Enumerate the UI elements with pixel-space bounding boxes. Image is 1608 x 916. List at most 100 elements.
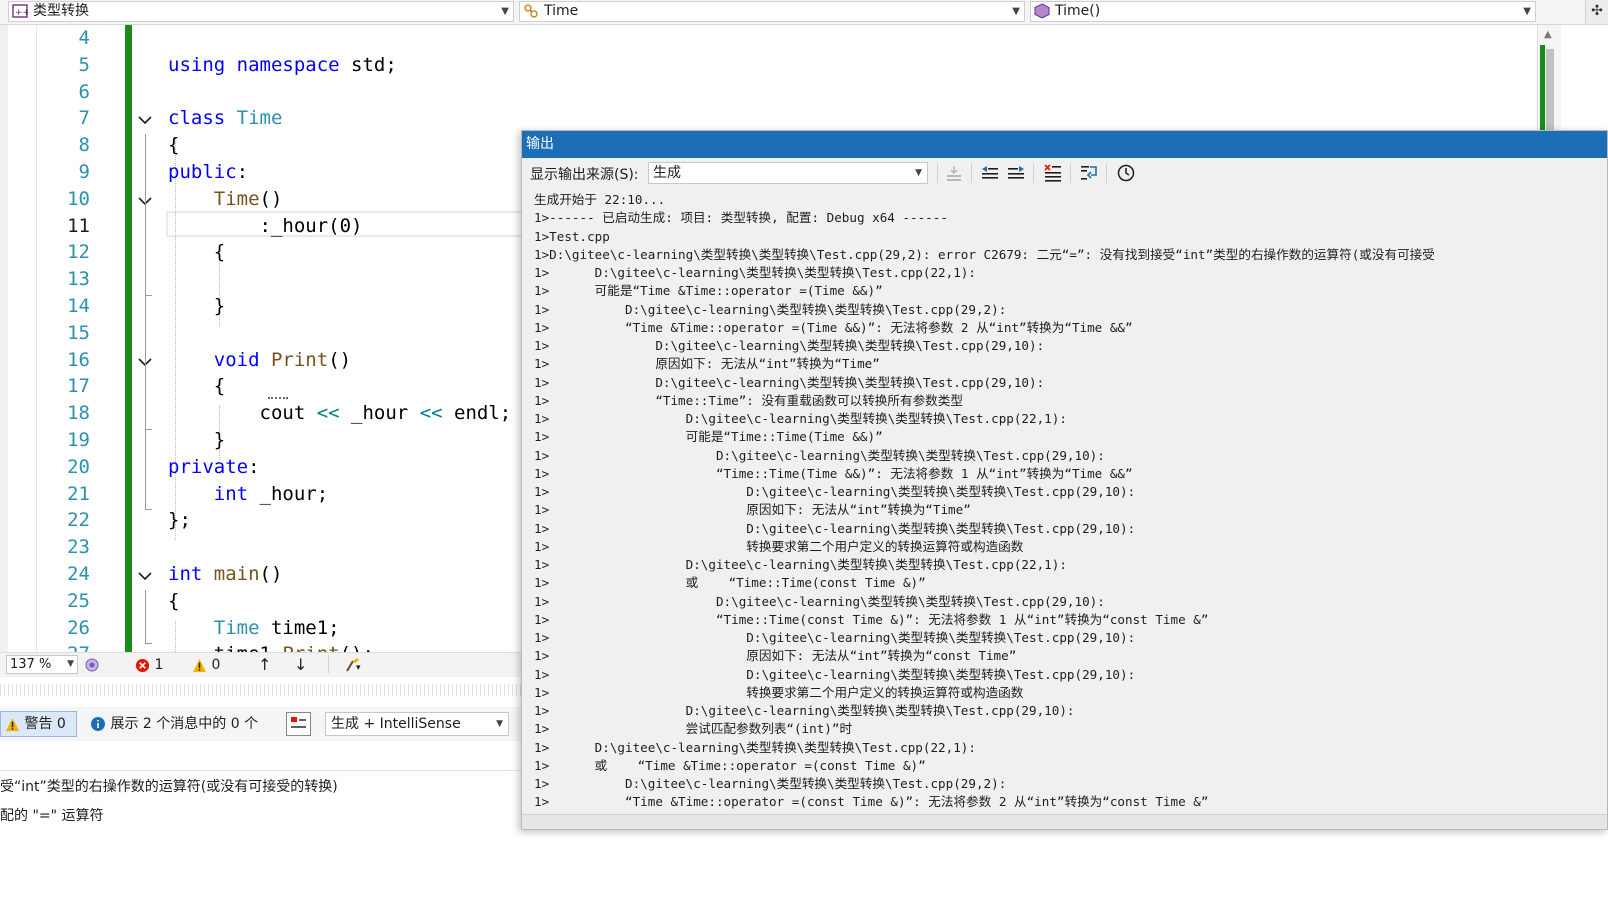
warning-count-button[interactable]: 0 [192, 656, 220, 674]
output-title-bar[interactable]: 输出 [522, 131, 1607, 158]
line-number: 21 [67, 482, 90, 505]
warnings-label: 警告 0 [24, 716, 66, 732]
code-token: cout [168, 402, 317, 425]
collapse-chevron-icon[interactable] [137, 112, 153, 128]
output-line: 1> D:\gitee\c-learning\类型转换\类型转换\Test.cp… [534, 776, 1007, 791]
outline-end [145, 295, 152, 296]
output-line: 1> D:\gitee\c-learning\类型转换\类型转换\Test.cp… [534, 630, 1136, 645]
member-name: Time() [1055, 3, 1101, 19]
code-token: { [168, 589, 180, 612]
line-number: 7 [78, 107, 90, 130]
code-token: () [259, 187, 283, 210]
error-count: 1 [154, 657, 164, 673]
horizontal-scrollbar[interactable] [522, 814, 1607, 829]
code-token: : [248, 455, 260, 478]
go-to-line-icon[interactable] [944, 163, 964, 183]
scope-dropdown[interactable]: Time ▼ [519, 1, 1025, 22]
warning-icon [192, 658, 207, 672]
filter-icon[interactable] [286, 712, 311, 736]
line-number: 25 [67, 589, 90, 612]
code-token: std; [339, 53, 397, 76]
line-number: 14 [67, 295, 90, 317]
next-message-icon[interactable] [1006, 163, 1026, 183]
split-window-button[interactable]: ✣ [1585, 0, 1608, 24]
previous-message-icon[interactable] [980, 163, 1000, 183]
project-dropdown[interactable]: ++ 类型转换 ▼ [8, 1, 514, 22]
output-toolbar: 显示输出来源(S): 生成 ▼ [522, 158, 1607, 188]
code-cleanup-icon[interactable]: ▾ [344, 656, 362, 674]
outline-end [145, 643, 152, 645]
line-number: 20 [67, 455, 90, 478]
line-number: 11 [67, 214, 90, 237]
line-number: 12 [67, 241, 90, 264]
output-line: 生成开始于 22:10... [534, 192, 666, 207]
gutter-divider [36, 25, 37, 652]
editor-status-bar: 137 % ▼ 1 0 ↑ ↓ ▾ [0, 652, 525, 677]
code-token: Print [270, 348, 329, 371]
previous-issue-icon[interactable]: ↑ [258, 656, 271, 674]
member-dropdown[interactable]: Time() ▼ [1030, 1, 1536, 22]
code-token: << [316, 402, 340, 425]
error-row-description[interactable]: 受“int”类型的右操作数的运算符(或没有可接受的转换) [0, 776, 338, 796]
output-line: 1> D:\gitee\c-learning\类型转换\类型转换\Test.cp… [534, 265, 976, 280]
timestamp-icon[interactable] [1116, 163, 1136, 183]
code-line: cout << _hour << endl; [168, 402, 512, 425]
output-line: 1>Test.cpp [534, 228, 610, 244]
health-icon[interactable] [84, 656, 100, 674]
code-token: :_hour(0) [168, 214, 363, 237]
word-wrap-icon[interactable] [1079, 163, 1099, 183]
collapse-chevron-icon[interactable] [137, 568, 153, 584]
output-line: 1> D:\gitee\c-learning\类型转换\类型转换\Test.cp… [534, 593, 1105, 609]
code-token: using [168, 53, 226, 76]
scroll-up-icon[interactable]: ▲ [1544, 29, 1552, 40]
output-text[interactable]: 生成开始于 22:10... 1>------ 已启动生成: 项目: 类型转换, … [534, 191, 1435, 812]
line-number: 24 [67, 563, 90, 585]
code-token: Time [236, 107, 283, 130]
output-window[interactable]: 输出 显示输出来源(S): 生成 ▼ 生成开始于 22:10...1>---- [521, 130, 1608, 830]
next-issue-icon[interactable]: ↓ [294, 656, 307, 674]
method-icon [1034, 3, 1050, 19]
output-line: 1>D:\gitee\c-learning\类型转换\类型转换\Test.cpp… [534, 246, 1435, 262]
code-line: int main() [168, 563, 282, 585]
code-token: () [259, 563, 283, 585]
status-separator [328, 655, 329, 673]
zoom-dropdown[interactable]: 137 % ▼ [6, 655, 78, 674]
code-token: _hour [339, 402, 420, 425]
output-source-value: 生成 [653, 165, 681, 181]
output-source-dropdown[interactable]: 生成 ▼ [648, 162, 928, 184]
panel-splitter[interactable] [0, 684, 525, 696]
toolbar-separator [971, 163, 972, 183]
code-line: :_hour(0) [168, 214, 363, 237]
outline-line [145, 134, 146, 510]
line-number: 19 [67, 429, 90, 451]
output-line: 1> “Time::Time(Time &&)”: 无法将参数 1 从“int”… [534, 465, 1133, 481]
messages-label: 展示 2 个消息中的 0 个 [110, 716, 259, 732]
messages-filter-button[interactable]: 展示 2 个消息中的 0 个 [90, 711, 258, 737]
chevron-down-icon: ▼ [915, 168, 922, 178]
code-token: { [168, 375, 226, 398]
build-scope-dropdown[interactable]: 生成 + IntelliSense ▼ [325, 712, 509, 736]
code-token: } [168, 295, 226, 317]
warnings-filter-button[interactable]: 警告 0 [0, 711, 77, 737]
line-number: 16 [67, 348, 90, 371]
line-number: 9 [78, 161, 90, 183]
clear-all-icon[interactable] [1043, 163, 1063, 183]
line-number: 13 [67, 268, 90, 291]
code-token: int [213, 482, 249, 505]
code-line: { [168, 241, 225, 263]
output-line: 1> 可能是“Time &Time::operator =(Time &&)” [534, 283, 883, 299]
code-token: public [168, 161, 237, 183]
code-token: () [328, 348, 352, 371]
suggestion-squiggle [268, 394, 288, 399]
code-token: << [419, 402, 443, 425]
toolbar-separator [1106, 163, 1107, 183]
error-count-button[interactable]: 1 [135, 656, 163, 674]
toolbar-separator [937, 163, 938, 183]
error-row-description[interactable]: 配的 "=" 运算符 [0, 805, 104, 825]
code-line: time1.Print(); [168, 643, 374, 652]
code-line: class Time [168, 107, 282, 129]
